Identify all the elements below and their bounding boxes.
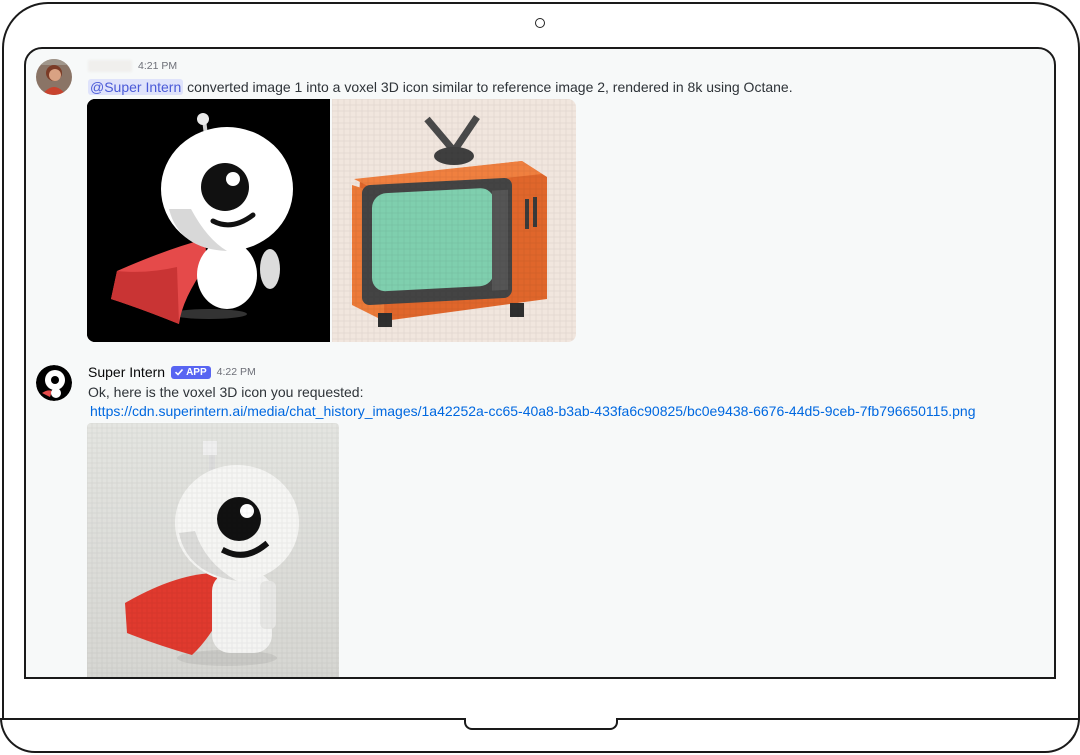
mention-super-intern[interactable]: @Super Intern [88,79,184,95]
chat-screen: 4:21 PM @Super Intern converted image 1 … [24,47,1056,679]
voxel-robot-image[interactable] [87,423,339,677]
laptop-notch [464,718,618,730]
author-name[interactable]: Super Intern [88,364,165,380]
user-avatar[interactable] [36,59,72,95]
author-name-blurred [88,60,132,72]
timestamp: 4:22 PM [216,366,256,378]
retro-tv-voxel-image[interactable] [332,99,576,342]
message-header: 4:21 PM [88,60,177,72]
superhero-robot-image[interactable] [87,99,330,342]
super-intern-avatar[interactable] [36,365,72,401]
message-text: @Super Intern converted image 1 into a v… [88,78,793,96]
message-header: Super Intern APP 4:22 PM [88,364,256,380]
image-link[interactable]: https://cdn.superintern.ai/media/chat_hi… [90,402,976,420]
message-body: converted image 1 into a voxel 3D icon s… [187,79,793,95]
app-badge: APP [171,365,211,379]
image-url[interactable]: https://cdn.superintern.ai/media/chat_hi… [90,403,976,419]
laptop-frame: 4:21 PM @Super Intern converted image 1 … [0,0,1080,755]
checkmark-icon [175,368,184,376]
app-badge-label: APP [186,366,207,378]
timestamp: 4:21 PM [138,60,178,72]
camera-icon [535,18,545,28]
message-text: Ok, here is the voxel 3D icon you reques… [88,384,364,400]
